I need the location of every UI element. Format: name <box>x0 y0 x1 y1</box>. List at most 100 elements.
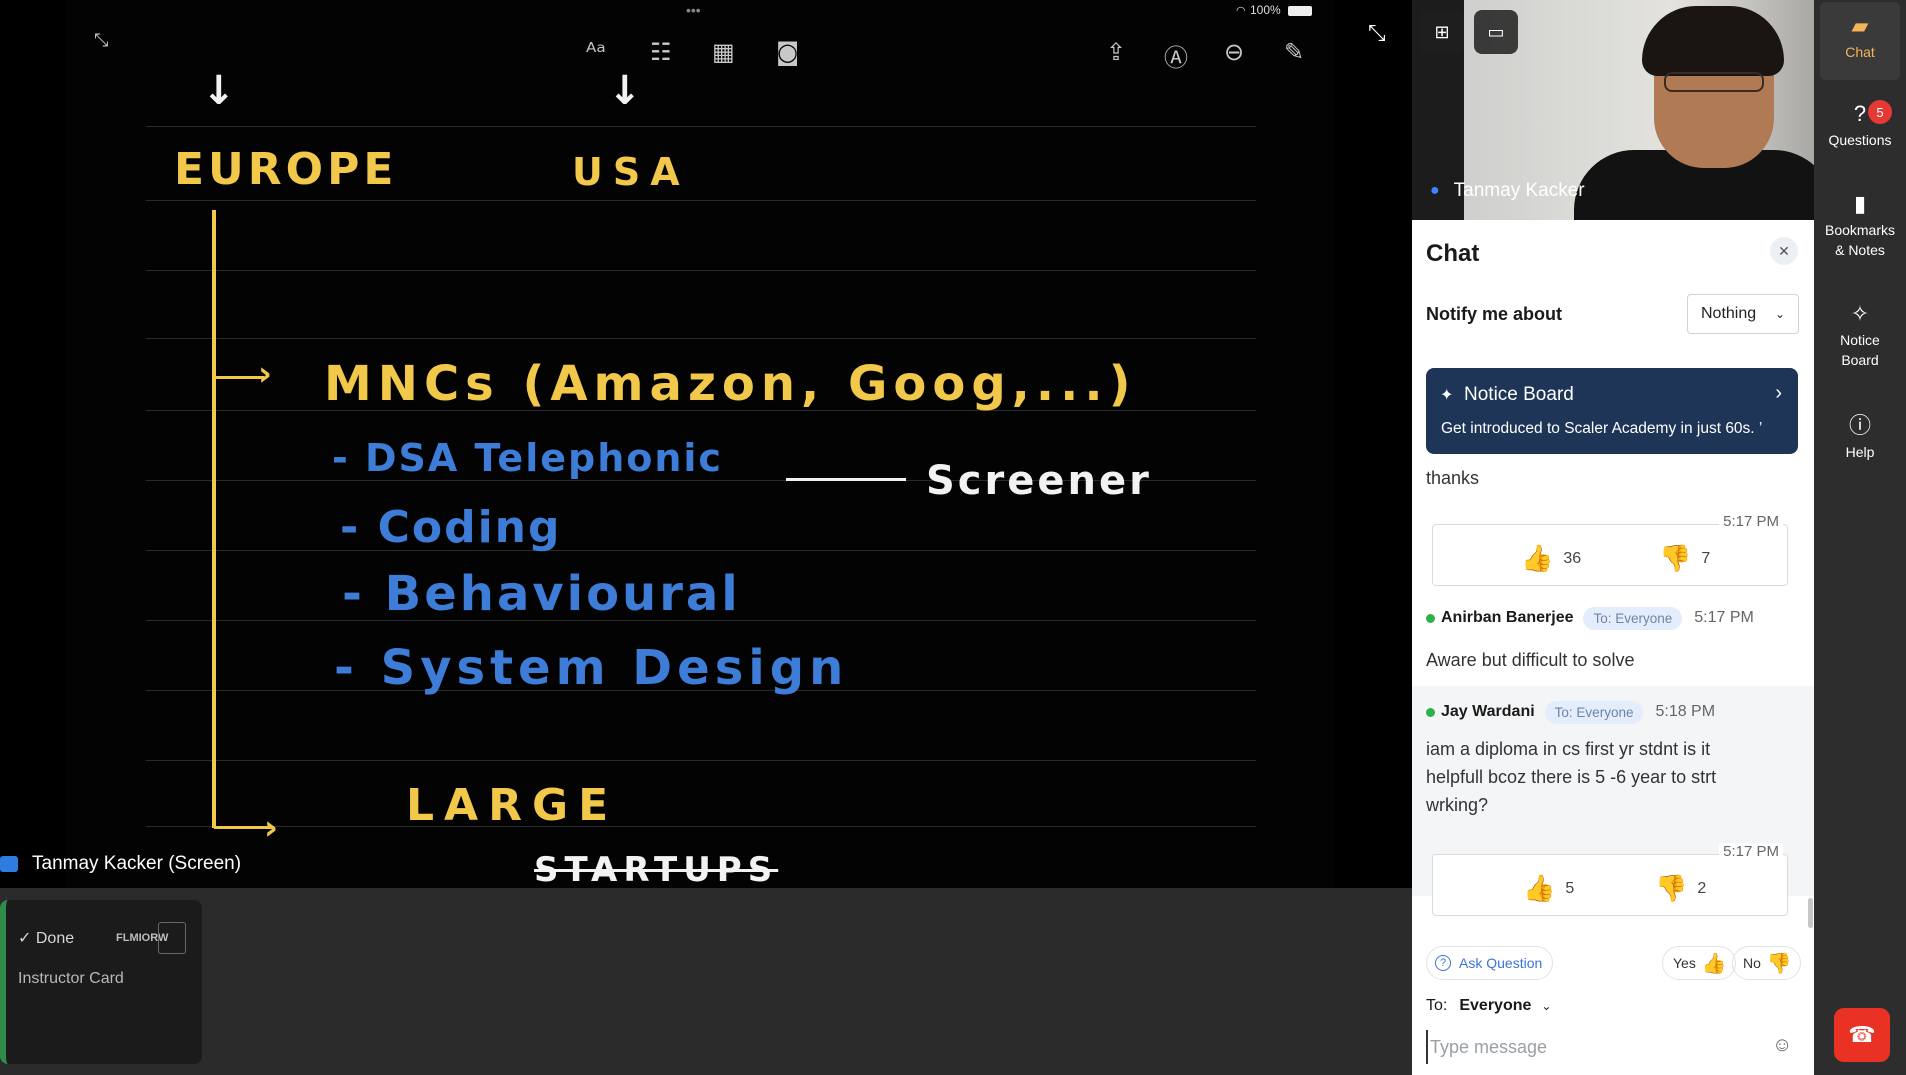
large-label: LARGE <box>406 780 619 831</box>
card-name: Instructor Card <box>18 970 124 987</box>
online-status-dot <box>1426 707 1435 717</box>
thumbs-up-icon: 👍 <box>1521 543 1554 573</box>
ask-question-button[interactable]: ? Ask Question <box>1426 946 1554 980</box>
message-time: 5:17 PM <box>1694 609 1754 626</box>
to-label: To: <box>1426 997 1448 1014</box>
recipient-badge: To: Everyone <box>1583 606 1683 630</box>
notify-select[interactable]: Nothing ⌄ <box>1687 294 1799 334</box>
thumbs-down-count: 2 <box>1697 879 1707 897</box>
rail-chat[interactable]: ▰ Chat <box>1820 2 1900 80</box>
emoji-icon[interactable]: ☺ <box>1772 1034 1792 1057</box>
info-icon: ⓘ <box>1848 413 1871 438</box>
grid-view-icon[interactable]: ⊞ <box>1420 10 1464 54</box>
recipient-badge: To: Everyone <box>1544 700 1644 724</box>
rail-notice-label: Notice <box>1840 332 1880 348</box>
reaction-box: 5:17 PM 👍 36 👎 7 <box>1432 513 1788 586</box>
thumbs-down-reaction[interactable]: 👎 7 <box>1659 543 1710 574</box>
message-text: Aware but difficult to solve <box>1426 650 1635 670</box>
meeting-window: ⤡ ••• ◠ 100% ᴬᵃ ☷ ▦ ◙ ⇪ Ⓐ ⊖ ✎ ↓ ↓ EUROPE… <box>0 0 1906 1075</box>
collapse-arrows-icon: ⤡ <box>94 30 109 51</box>
thumbs-down-reaction[interactable]: 👎 2 <box>1655 873 1706 904</box>
minimize-screen-icon[interactable]: ⤡ <box>1368 20 1386 46</box>
message-input[interactable] <box>1426 1030 1746 1064</box>
to-value: Everyone <box>1459 997 1532 1014</box>
down-arrow-left: ↓ <box>202 68 240 114</box>
no-button[interactable]: No 👎 <box>1732 946 1801 980</box>
sender-name: Jay Wardani <box>1441 703 1535 720</box>
rail-bookmarks[interactable]: ▮ Bookmarks & Notes <box>1820 191 1900 260</box>
table-icon: ▦ <box>712 38 735 66</box>
down-arrow-right: ↓ <box>608 68 646 114</box>
bookmark-icon: ▮ <box>1853 191 1867 216</box>
chat-panel: Chat ✕ Notify me about Nothing ⌄ ✦ Notic… <box>1412 220 1814 1075</box>
chevron-down-icon: ⌄ <box>1541 999 1552 1013</box>
pin-icon: ✦ <box>1440 387 1454 404</box>
file-icon <box>158 922 186 954</box>
ask-question-label: Ask Question <box>1459 955 1543 971</box>
thumbs-up-reaction[interactable]: 👍 5 <box>1523 873 1574 904</box>
yes-button[interactable]: Yes 👍 <box>1662 946 1736 980</box>
end-call-button[interactable]: ☎ <box>1834 1008 1890 1062</box>
phone-hangup-icon: ☎ <box>1848 1022 1876 1047</box>
thumbs-down-icon: 👎 <box>1659 543 1692 573</box>
compose-icon: ✎ <box>1284 38 1305 66</box>
rail-notice-board[interactable]: ✧ Notice Board <box>1820 301 1900 370</box>
rail-chat-label: Chat <box>1845 44 1875 60</box>
thumbs-up-count: 36 <box>1563 549 1582 567</box>
notify-label: Notify me about <box>1426 304 1563 324</box>
chat-icon: ▰ <box>1851 13 1869 38</box>
notice-body: Get introduced to Scaler Academy in just… <box>1441 420 1763 437</box>
questions-badge: 5 <box>1868 100 1892 124</box>
chevron-down-icon: ⌄ <box>1774 307 1785 321</box>
item-coding: - Coding <box>340 502 562 553</box>
video-tile: ⊞ ▭ ● Tanmay Kacker <box>1412 0 1814 220</box>
microphone-icon: ● <box>1430 182 1440 199</box>
item-behavioural: - Behavioural <box>342 566 741 622</box>
chat-title: Chat <box>1426 240 1480 267</box>
scrollbar[interactable] <box>1808 898 1813 928</box>
rail-help[interactable]: ⓘ Help <box>1820 413 1900 462</box>
thumbs-up-reaction[interactable]: 👍 36 <box>1521 543 1581 574</box>
message-list[interactable]: ✦ Notice Board › Get introduced to Scale… <box>1412 348 1814 930</box>
pin-icon: ✧ <box>1850 301 1870 326</box>
thumbs-down-icon: 👎 <box>1655 873 1688 903</box>
markup-icon: Ⓐ <box>1164 44 1188 72</box>
tree-branch <box>214 376 264 379</box>
video-person-hair <box>1642 6 1784 76</box>
rule-line <box>146 200 1256 201</box>
no-label: No <box>1743 955 1761 971</box>
thumbs-up-icon: 👍 <box>1701 952 1727 975</box>
more-dots-icon: ••• <box>686 2 701 18</box>
annotation-connector <box>786 478 906 481</box>
done-status: ✓ Done <box>18 930 75 947</box>
rule-line <box>146 270 1256 271</box>
rail-bookmarks-label: Bookmarks <box>1824 222 1896 238</box>
tree-trunk <box>212 210 216 828</box>
heading-usa: USA <box>572 150 690 194</box>
startups-label: STARTUPS <box>534 850 779 888</box>
rule-line <box>146 760 1256 761</box>
checklist-icon: ☷ <box>650 38 672 66</box>
recipient-selector[interactable]: To: Everyone ⌄ <box>1426 997 1551 1015</box>
message-text: thanks <box>1426 468 1480 488</box>
notify-value: Nothing <box>1701 305 1757 322</box>
notice-title: Notice Board <box>1464 384 1574 405</box>
video-off-icon[interactable]: ▭ <box>1474 10 1518 54</box>
mncs-line: MNCs (Amazon, Goog,...) <box>324 356 1137 412</box>
video-name-label: ● Tanmay Kacker <box>1430 180 1585 202</box>
thumbs-down-count: 7 <box>1701 549 1711 567</box>
instructor-card[interactable]: ✓ Done FLMIORW Instructor Card <box>0 900 202 1064</box>
screen-share-name: Tanmay Kacker (Screen) <box>32 853 242 874</box>
done-label: Done <box>35 930 75 947</box>
close-icon[interactable]: ✕ <box>1770 237 1798 265</box>
whiteboard: ⤡ ••• ◠ 100% ᴬᵃ ☷ ▦ ◙ ⇪ Ⓐ ⊖ ✎ ↓ ↓ EUROPE… <box>66 0 1334 888</box>
item-dsa: - DSA Telephonic <box>332 436 723 480</box>
battery-percent: 100% <box>1250 3 1281 17</box>
video-person-glasses <box>1664 72 1764 92</box>
battery-icon <box>1288 6 1312 16</box>
reaction-time: 5:17 PM <box>1719 843 1783 860</box>
branch-arrow: › <box>264 808 283 848</box>
rail-bookmarks-label-2: & Notes <box>1835 242 1885 258</box>
notice-board-banner[interactable]: ✦ Notice Board › Get introduced to Scale… <box>1426 368 1798 454</box>
rule-line <box>146 550 1256 551</box>
